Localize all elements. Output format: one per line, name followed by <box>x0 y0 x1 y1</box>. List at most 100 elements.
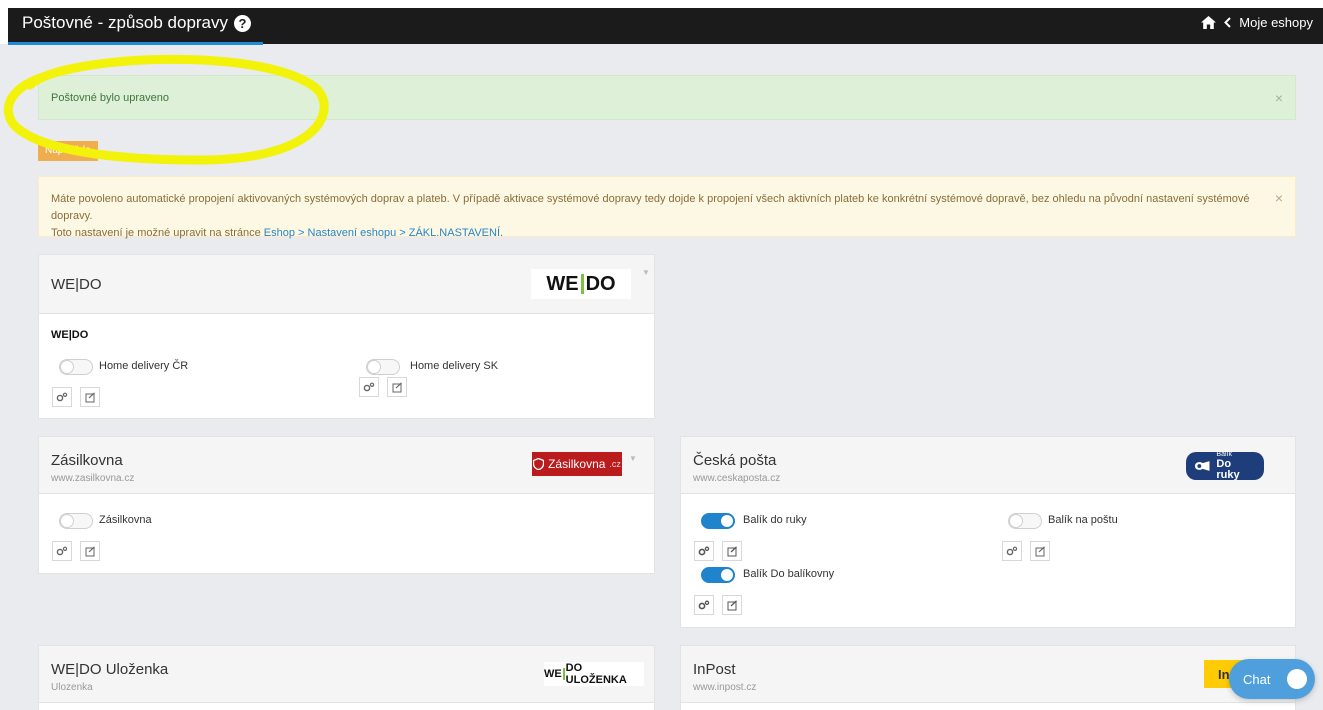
panel-title: Zásilkovna <box>51 452 123 469</box>
toggle-home-delivery-sk[interactable] <box>366 359 400 375</box>
edit-button[interactable] <box>80 541 100 561</box>
chevron-left-icon <box>1224 17 1231 28</box>
close-icon[interactable]: × <box>1275 90 1283 106</box>
warning-line-2-suffix: . <box>500 227 504 239</box>
panel-header: WE|DO WE DO ▼ <box>39 255 654 314</box>
edit-icon <box>392 381 402 392</box>
close-icon[interactable]: × <box>1275 190 1283 206</box>
settings-button[interactable] <box>694 595 714 615</box>
service-label: Balík Do balíkovny <box>743 568 835 580</box>
back-link-my-eshops[interactable]: Moje eshopy <box>1239 15 1313 30</box>
logo-line-2: Do ruky <box>1216 458 1240 481</box>
toggle-balik-do-ruky[interactable] <box>701 513 735 529</box>
chat-bubble-icon <box>1287 669 1307 689</box>
logo-text-right: DO ULOŽENKA <box>565 662 627 686</box>
service-label: Balík do ruky <box>743 514 807 526</box>
toggle-knob <box>720 514 734 528</box>
caret-down-icon[interactable]: ▼ <box>642 268 650 277</box>
gears-icon <box>363 382 375 392</box>
logo-text-left: WE <box>544 668 562 680</box>
toggle-knob <box>720 568 734 582</box>
chat-button[interactable]: Chat <box>1229 659 1315 699</box>
service-label: Home delivery ČR <box>99 360 189 372</box>
carrier-brand: WE|DO <box>51 329 89 341</box>
top-bar: Poštovné - způsob dopravy ? Moje eshopy <box>0 0 1323 45</box>
panel-header: InPost www.inpost.cz In <box>681 646 1295 703</box>
carrier-panel-inpost: InPost www.inpost.cz In <box>680 645 1296 710</box>
carrier-panel-ulozenka: WE|DO Uloženka Ulozenka WE DO ULOŽENKA <box>38 645 655 710</box>
panel-url: Ulozenka <box>51 682 93 693</box>
toggle-balik-na-postu[interactable] <box>1008 513 1042 529</box>
settings-button[interactable] <box>52 387 72 407</box>
toggle-knob <box>367 360 381 374</box>
page-title-text: Poštovné - způsob dopravy <box>22 13 229 32</box>
panel-title: Česká pošta <box>693 452 777 469</box>
edit-button[interactable] <box>722 541 742 561</box>
settings-button[interactable] <box>52 541 72 561</box>
edit-button[interactable] <box>1030 541 1050 561</box>
logo-text-right: DO <box>585 272 616 295</box>
question-circle-icon[interactable]: ? <box>234 14 252 32</box>
success-alert: Poštovné bylo upraveno × <box>38 75 1296 120</box>
gears-icon <box>1006 546 1018 556</box>
toggle-home-delivery-cr[interactable] <box>59 359 93 375</box>
edit-icon <box>85 391 95 402</box>
home-icon[interactable] <box>1201 16 1217 29</box>
wedo-logo: WE DO <box>531 269 631 299</box>
panel-url: www.zasilkovna.cz <box>51 473 135 484</box>
toggle-knob <box>60 514 74 528</box>
panel-header: WE|DO Uloženka Ulozenka WE DO ULOŽENKA <box>39 646 654 703</box>
gears-icon <box>56 546 68 556</box>
page-title: Poštovné - způsob dopravy ? <box>22 13 252 33</box>
panel-title: WE|DO Uloženka <box>51 661 169 678</box>
logo-suffix: .cz <box>609 459 621 469</box>
edit-icon <box>1035 545 1045 556</box>
shield-icon <box>533 458 545 470</box>
carrier-panel-wedo: WE|DO WE DO ▼ WE|DO Home delivery ČR Home… <box>38 254 655 419</box>
gears-icon <box>698 600 710 610</box>
settings-button[interactable] <box>359 377 379 397</box>
panel-title: WE|DO <box>51 276 102 293</box>
panel-url: www.inpost.cz <box>693 682 757 693</box>
header-active-underline <box>8 42 263 45</box>
service-label: Balík na poštu <box>1048 514 1118 526</box>
toggle-zasilkovna[interactable] <box>59 513 93 529</box>
edit-icon <box>85 545 95 556</box>
edit-icon <box>727 545 737 556</box>
panel-header: Zásilkovna www.zasilkovna.cz Zásilkovna.… <box>39 437 654 494</box>
panel-header: Česká pošta www.ceskaposta.cz Balík Do r… <box>681 437 1295 494</box>
warning-alert: Máte povoleno automatické propojení akti… <box>38 176 1296 239</box>
edit-button[interactable] <box>722 595 742 615</box>
logo-bar <box>562 668 565 680</box>
toggle-knob <box>1009 514 1023 528</box>
warning-alert-text: Máte povoleno automatické propojení akti… <box>51 191 1271 242</box>
settings-button[interactable] <box>1002 541 1022 561</box>
success-alert-text: Poštovné bylo upraveno <box>51 92 170 104</box>
service-label: Zásilkovna <box>99 514 152 526</box>
caret-down-icon[interactable]: ▼ <box>629 454 637 463</box>
edit-button[interactable] <box>387 377 407 397</box>
carrier-panel-ceska-posta: Česká pošta www.ceskaposta.cz Balík Do r… <box>680 436 1296 628</box>
gears-icon <box>698 546 710 556</box>
shop-settings-link[interactable]: Eshop > Nastavení eshopu > ZÁKL.NASTAVEN… <box>264 227 500 239</box>
warning-line-1: Máte povoleno automatické propojení akti… <box>51 193 1250 222</box>
ulozenka-logo: WE DO ULOŽENKA <box>544 662 644 686</box>
logo-text-left: WE <box>546 272 579 295</box>
logo-text: In <box>1218 666 1230 682</box>
logo-bar <box>580 274 584 294</box>
zasilkovna-logo: Zásilkovna .cz <box>532 452 622 476</box>
toggle-balik-do-balikovny[interactable] <box>701 567 735 583</box>
edit-icon <box>727 599 737 610</box>
toggle-knob <box>60 360 74 374</box>
service-label: Home delivery SK <box>410 360 499 372</box>
warning-line-2-prefix: Toto nastavení je možné upravit na strán… <box>51 227 264 239</box>
logo-text: Zásilkovna <box>548 457 606 471</box>
panel-url: www.ceskaposta.cz <box>693 473 781 484</box>
ceska-posta-logo: Balík Do ruky <box>1186 451 1264 481</box>
gears-icon <box>56 392 68 402</box>
help-button[interactable]: Nápověda <box>38 141 98 161</box>
settings-button[interactable] <box>694 541 714 561</box>
panel-title: InPost <box>693 661 736 678</box>
edit-button[interactable] <box>80 387 100 407</box>
horn-icon <box>1194 461 1210 471</box>
